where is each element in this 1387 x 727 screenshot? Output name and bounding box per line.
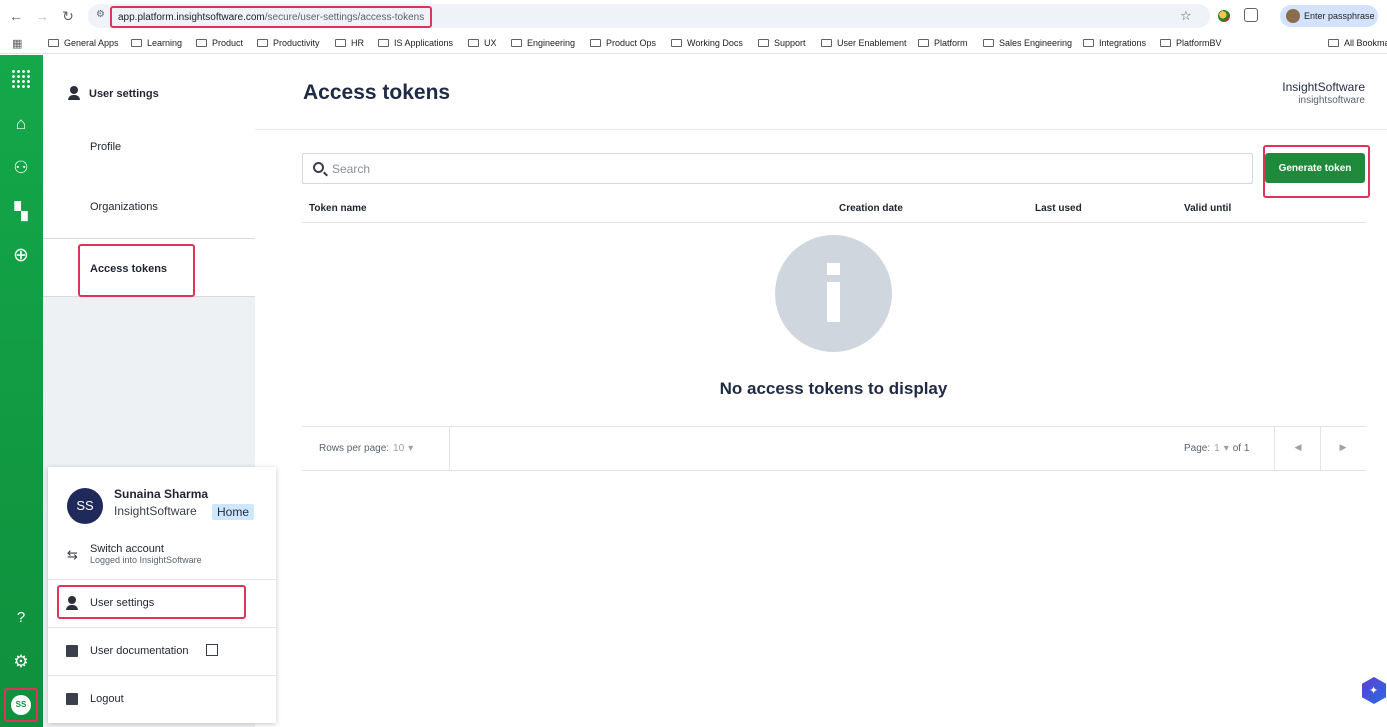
bookmark-folder[interactable]: Platform: [918, 36, 968, 50]
pagination-bar: Rows per page: 10 ▾ Page: 1 ▾ of 1 ◀ ▶: [302, 426, 1366, 471]
divider: [48, 579, 276, 580]
divider: [449, 427, 450, 471]
passphrase-button[interactable]: Enter passphrase: [1280, 5, 1378, 27]
user-org: InsightSoftware: [114, 504, 197, 518]
user-documentation-menu-item[interactable]: User documentation: [90, 645, 188, 657]
empty-state-message: No access tokens to display: [719, 379, 948, 398]
dashboard-icon[interactable]: ▚: [11, 202, 31, 222]
column-header-last-used[interactable]: Last used: [1035, 203, 1082, 214]
sidebar-item-profile[interactable]: Profile: [90, 141, 121, 153]
page-label: Page:: [1184, 443, 1211, 454]
bookmark-folder[interactable]: Productivity: [257, 36, 320, 50]
bookmark-folder[interactable]: Integrations: [1083, 36, 1146, 50]
user-avatar-button[interactable]: SS: [4, 688, 38, 722]
divider: [1274, 427, 1275, 471]
apps-grid-icon[interactable]: [11, 69, 31, 89]
bookmark-folder[interactable]: Product Ops: [590, 36, 656, 50]
browser-toolbar: ← → ↻ ⚙ app.platform.insightsoftware.com…: [0, 0, 1387, 32]
page-title: Access tokens: [303, 81, 451, 104]
bookmark-folder[interactable]: Product: [196, 36, 243, 50]
bookmark-folder[interactable]: IS Applications: [378, 36, 453, 50]
rows-per-page[interactable]: Rows per page: 10 ▾: [319, 443, 413, 454]
url-host: app.platform.insightsoftware.com: [118, 12, 265, 23]
external-link-icon: [206, 644, 218, 656]
book-icon: [66, 645, 78, 657]
column-header-creation-date[interactable]: Creation date: [839, 203, 903, 214]
bookmark-star-icon[interactable]: ☆: [1180, 8, 1192, 24]
extensions-puzzle-icon[interactable]: [1244, 8, 1258, 22]
apps-icon[interactable]: ▦: [12, 37, 22, 50]
column-header-token-name[interactable]: Token name: [309, 203, 367, 214]
profile-avatar-icon: [1286, 9, 1300, 23]
extension-icon[interactable]: [1218, 10, 1230, 22]
avatar: SS: [67, 488, 103, 524]
bookmark-folder[interactable]: Engineering: [511, 36, 575, 50]
user-name: Sunaina Sharma: [114, 487, 209, 501]
passphrase-label: Enter passphrase: [1304, 11, 1375, 21]
sidebar-item-label: Access tokens: [90, 263, 168, 275]
add-circle-icon[interactable]: ⊕: [11, 246, 31, 266]
bookmark-folder[interactable]: UX: [468, 36, 497, 50]
logout-icon: [66, 693, 78, 705]
user-settings-menu-item[interactable]: User settings: [90, 597, 154, 609]
next-page-icon[interactable]: ▶: [1337, 442, 1349, 453]
sidebar-item-access-tokens[interactable]: Access tokens: [43, 238, 255, 297]
url-text[interactable]: app.platform.insightsoftware.com/secure/…: [110, 6, 433, 28]
bookmark-folder[interactable]: Working Docs: [671, 36, 743, 50]
bookmark-folder[interactable]: General Apps: [48, 36, 119, 50]
generate-token-button[interactable]: Generate token: [1265, 153, 1365, 183]
sidebar-item-organizations[interactable]: Organizations: [90, 201, 158, 213]
switch-account-button[interactable]: Switch account: [90, 543, 164, 555]
help-icon[interactable]: ?: [11, 608, 31, 628]
page-select[interactable]: 1: [1214, 443, 1220, 454]
bookmark-folder[interactable]: PlatformBV: [1160, 36, 1222, 50]
search-input[interactable]: [332, 159, 1232, 179]
chevron-down-icon: ▾: [1223, 443, 1229, 454]
forward-icon[interactable]: →: [34, 8, 50, 24]
page-total: of 1: [1232, 443, 1250, 454]
divider: [48, 675, 276, 676]
rows-per-page-label: Rows per page:: [319, 443, 390, 454]
site-info-icon[interactable]: ⚙: [96, 9, 108, 21]
info-icon: [775, 235, 892, 352]
settings-icon[interactable]: ⚙: [11, 652, 31, 672]
all-bookmarks[interactable]: All Bookma: [1328, 36, 1387, 50]
settings-sidebar-header: User settings: [68, 86, 159, 100]
back-icon[interactable]: ←: [8, 8, 24, 24]
search-icon: [313, 162, 324, 173]
status-badge: Home: [212, 504, 255, 520]
org-name[interactable]: InsightSoftware: [1282, 80, 1365, 94]
divider: [1320, 427, 1321, 471]
logout-menu-item[interactable]: Logout: [90, 693, 124, 705]
main-content: Access tokens InsightSoftware insightsof…: [255, 55, 1387, 727]
switch-account-subtext: Logged into InsightSoftware: [90, 555, 202, 565]
bookmark-folder[interactable]: Learning: [131, 36, 182, 50]
divider: [302, 222, 1366, 223]
home-icon[interactable]: ⌂: [11, 114, 31, 134]
page-selector: Page: 1 ▾ of 1: [1184, 443, 1249, 454]
user-menu-popover: SS Sunaina Sharma InsightSoftware Home ⇆…: [48, 467, 276, 723]
search-box: [302, 153, 1253, 184]
prev-page-icon[interactable]: ◀: [1292, 442, 1304, 453]
bookmark-folder[interactable]: User Enablement: [821, 36, 907, 50]
user-settings-icon: [66, 596, 80, 610]
bookmark-folder[interactable]: Sales Engineering: [983, 36, 1072, 50]
column-header-valid-until[interactable]: Valid until: [1184, 203, 1231, 214]
bookmark-folder[interactable]: HR: [335, 36, 364, 50]
reload-icon[interactable]: ↻: [60, 8, 76, 24]
org-id: insightsoftware: [1298, 95, 1365, 106]
bookmark-folder[interactable]: Support: [758, 36, 806, 50]
url-path: /secure/user-settings/access-tokens: [264, 12, 425, 23]
chevron-down-icon: ▾: [408, 443, 414, 454]
rows-per-page-select[interactable]: 10: [393, 443, 404, 454]
bookmarks-bar: ▦ General Apps Learning Product Producti…: [0, 32, 1387, 54]
switch-arrows-icon: ⇆: [67, 547, 78, 562]
divider: [48, 627, 276, 628]
divider: [255, 129, 1387, 130]
user-settings-icon: [68, 86, 82, 100]
people-icon[interactable]: ⚇: [11, 158, 31, 178]
avatar: SS: [11, 695, 31, 715]
